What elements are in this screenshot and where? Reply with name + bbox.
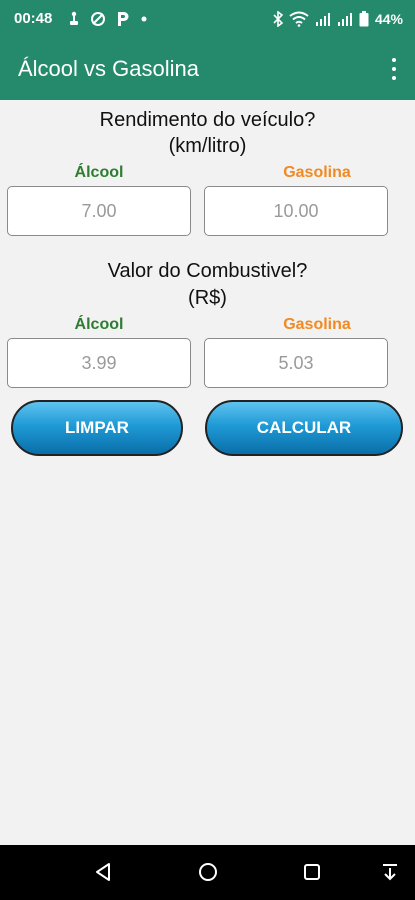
status-time: 00:48 xyxy=(14,10,53,27)
signal-icon xyxy=(337,13,352,26)
valor-alcool-input[interactable]: 3.99 xyxy=(7,338,191,388)
status-notification-icons xyxy=(68,9,148,29)
signal-icon xyxy=(315,13,330,26)
rendimento-gasolina-input[interactable]: 10.00 xyxy=(204,186,388,236)
battery-percentage: 44% xyxy=(374,11,403,27)
valor-gasolina-input[interactable]: 5.03 xyxy=(204,338,388,388)
home-icon[interactable] xyxy=(197,861,219,883)
navigation-bar xyxy=(0,845,415,900)
battery-icon xyxy=(359,11,369,27)
wifi-icon xyxy=(289,11,309,27)
app-bar: Álcool vs Gasolina xyxy=(0,38,415,100)
sync-off-icon xyxy=(91,12,105,26)
calculate-button[interactable]: CALCULAR xyxy=(205,400,403,456)
app-title: Álcool vs Gasolina xyxy=(18,56,199,81)
back-icon[interactable] xyxy=(93,861,113,883)
overflow-menu-button[interactable] xyxy=(387,56,401,82)
valor-gasolina-label: Gasolina xyxy=(283,316,351,333)
parking-icon xyxy=(118,12,129,26)
usb-icon xyxy=(70,11,78,25)
clear-button[interactable]: LIMPAR xyxy=(11,400,183,456)
status-bar: 00:48 44% xyxy=(0,0,415,38)
valor-alcool-label: Álcool xyxy=(74,316,124,333)
rendimento-title: Rendimento do veículo? xyxy=(99,109,316,131)
rendimento-gasolina-label: Gasolina xyxy=(283,164,351,181)
rendimento-alcool-label: Álcool xyxy=(74,164,124,181)
bluetooth-icon xyxy=(273,11,283,27)
valor-title: Valor do Combustivel? xyxy=(107,260,308,282)
dot-icon xyxy=(141,16,147,22)
recents-icon[interactable] xyxy=(302,861,322,883)
valor-unit: (R$) xyxy=(188,287,227,309)
status-system-icons: 44% xyxy=(273,9,403,29)
more-vert-icon xyxy=(392,58,396,62)
rendimento-alcool-input[interactable]: 7.00 xyxy=(7,186,191,236)
keyboard-hide-icon[interactable] xyxy=(380,861,400,883)
rendimento-unit: (km/litro) xyxy=(168,135,247,157)
